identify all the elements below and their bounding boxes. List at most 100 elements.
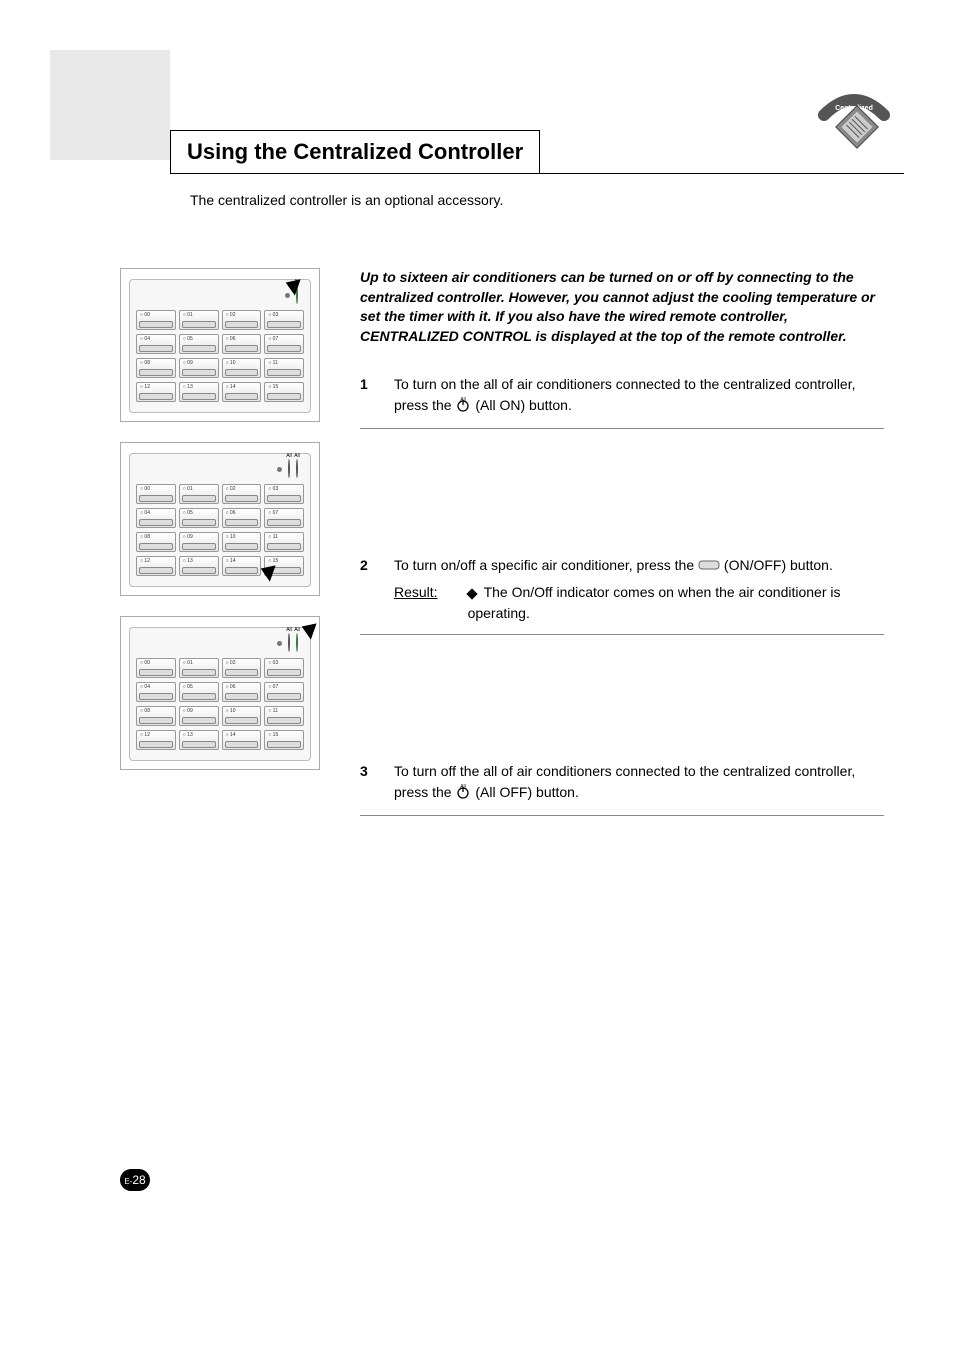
grid-row: ○ 08○ 09○ 10○ 11 [136, 358, 304, 378]
unit-number-label: ○ 00 [138, 660, 174, 666]
unit-onoff-button-icon [139, 369, 173, 376]
unit-onoff-button-icon [182, 567, 216, 574]
step-body: To turn on the all of air conditioners c… [394, 374, 884, 417]
title-row: Using the Centralized Controller Central… [170, 130, 904, 174]
unit-cell: ○ 08 [136, 358, 176, 378]
step-number: 2 [360, 555, 376, 625]
unit-number-label: ○ 12 [138, 732, 174, 738]
unit-onoff-button-icon [182, 369, 216, 376]
unit-cell: ○ 14 [222, 556, 262, 576]
unit-number-label: ○ 03 [266, 312, 302, 318]
unit-onoff-button-icon [139, 693, 173, 700]
unit-number-label: ○ 01 [181, 312, 217, 318]
power-led-icon [277, 467, 282, 472]
unit-onoff-button-icon [267, 741, 301, 748]
all-off-button-icon [296, 633, 298, 652]
grid-row: ○ 00○ 01○ 02○ 03 [136, 658, 304, 678]
unit-cell: ○ 01 [179, 484, 219, 504]
grid-row: ○ 00○ 01○ 02○ 03 [136, 310, 304, 330]
step-text: (ON/OFF) button. [724, 557, 833, 573]
unit-onoff-button-icon [225, 519, 259, 526]
unit-onoff-button-icon [225, 345, 259, 352]
unit-number-label: ○ 10 [224, 360, 260, 366]
unit-number-label: ○ 10 [224, 534, 260, 540]
unit-cell: ○ 09 [179, 706, 219, 726]
unit-number-label: ○ 04 [138, 336, 174, 342]
accessory-note: The centralized controller is an optiona… [190, 192, 904, 208]
unit-number-label: ○ 09 [181, 708, 217, 714]
unit-number-label: ○ 07 [266, 684, 302, 690]
page-num-value: 28 [132, 1173, 145, 1187]
unit-cell: ○ 04 [136, 682, 176, 702]
unit-number-label: ○ 15 [266, 732, 302, 738]
unit-number-label: ○ 08 [138, 360, 174, 366]
page-number-badge: E-28 [120, 1169, 150, 1191]
grid-row: ○ 08○ 09○ 10○ 11 [136, 706, 304, 726]
unit-cell: ○ 10 [222, 532, 262, 552]
unit-onoff-button-icon [267, 693, 301, 700]
grid-row: ○ 12○ 13 ○ 14 ○ 15 [136, 382, 304, 402]
content-area: Using the Centralized Controller Central… [170, 50, 904, 816]
unit-number-label: ○ 08 [138, 534, 174, 540]
grid-row: ○ 04○ 05○ 06○ 07 [136, 508, 304, 528]
power-led-icon [277, 641, 282, 646]
instruction-step: 3 To turn off the all of air conditioner… [360, 761, 884, 815]
intro-paragraph: Up to sixteen air conditioners can be tu… [360, 268, 884, 346]
unit-cell: ○ 12 [136, 382, 176, 402]
controller-inner: All All ○ 00○ 01○ 02○ 03○ 04○ 05○ 06○ 07… [129, 627, 311, 761]
unit-number-label: ○ 05 [181, 336, 217, 342]
unit-cell: ○ 11 [264, 358, 304, 378]
unit-cell: ○ 03 [264, 310, 304, 330]
onoff-button-icon [698, 555, 720, 576]
unit-onoff-button-icon [225, 321, 259, 328]
unit-number-label: ○ 01 [181, 486, 217, 492]
grid-row: ○ 04 ○ 05 ○ 06 ○ 07 [136, 682, 304, 702]
unit-cell: ○ 05 [179, 508, 219, 528]
unit-cell: ○ 01 [179, 658, 219, 678]
unit-cell: ○ 14 [222, 382, 262, 402]
unit-onoff-button-icon [267, 717, 301, 724]
unit-cell: ○ 04 [136, 334, 176, 354]
unit-number-label: ○ 04 [138, 684, 174, 690]
unit-onoff-button-icon [182, 717, 216, 724]
unit-cell: ○ 00 [136, 310, 176, 330]
unit-cell: ○ 08 [136, 706, 176, 726]
unit-cell: ○ 04 [136, 508, 176, 528]
unit-onoff-button-icon [225, 741, 259, 748]
unit-number-label: ○ 11 [266, 708, 302, 714]
all-off-icon: All [455, 783, 471, 805]
all-on-button-icon [288, 633, 290, 652]
unit-onoff-button-icon [139, 519, 173, 526]
unit-number-label: ○ 11 [266, 534, 302, 540]
unit-cell: ○ 13 [179, 382, 219, 402]
unit-onoff-button-icon [225, 693, 259, 700]
unit-cell: ○ 09 [179, 532, 219, 552]
unit-onoff-button-icon [139, 393, 173, 400]
unit-cell: ○ 03 [264, 484, 304, 504]
unit-number-label: ○ 15 [266, 384, 302, 390]
unit-cell: ○ 13 [179, 730, 219, 750]
result-body: The On/Off indicator comes on when the a… [468, 584, 841, 621]
unit-number-label: ○ 14 [224, 384, 260, 390]
unit-cell: ○ 12 [136, 556, 176, 576]
unit-onoff-button-icon [139, 669, 173, 676]
button-grid: ○ 00○ 01○ 02○ 03○ 04○ 05○ 06○ 07○ 08○ 09… [136, 484, 304, 576]
unit-cell: ○ 05 [179, 334, 219, 354]
page-title: Using the Centralized Controller [170, 130, 540, 173]
instruction-step: 2 To turn on/off a specific air conditio… [360, 555, 884, 636]
unit-cell: ○ 02 [222, 484, 262, 504]
unit-number-label: ○ 05 [181, 684, 217, 690]
unit-cell: ○ 00 [136, 484, 176, 504]
instruction-step: 1 To turn on the all of air conditioners… [360, 374, 884, 428]
controller-inner: All ○ 00○ 01○ 02○ 03○ 04○ 05○ 06○ 07○ 08… [129, 279, 311, 413]
unit-number-label: ○ 06 [224, 684, 260, 690]
unit-number-label: ○ 00 [138, 486, 174, 492]
unit-number-label: ○ 02 [224, 486, 260, 492]
unit-number-label: ○ 04 [138, 510, 174, 516]
unit-number-label: ○ 03 [266, 486, 302, 492]
unit-onoff-button-icon [225, 717, 259, 724]
all-off-button-icon [296, 459, 298, 478]
unit-number-label: ○ 14 [224, 558, 260, 564]
unit-number-label: ○ 01 [181, 660, 217, 666]
controller-diagram-onoff: All All ○ 00○ 01○ 02○ 03○ 04○ 05○ 06○ 07… [120, 442, 320, 596]
